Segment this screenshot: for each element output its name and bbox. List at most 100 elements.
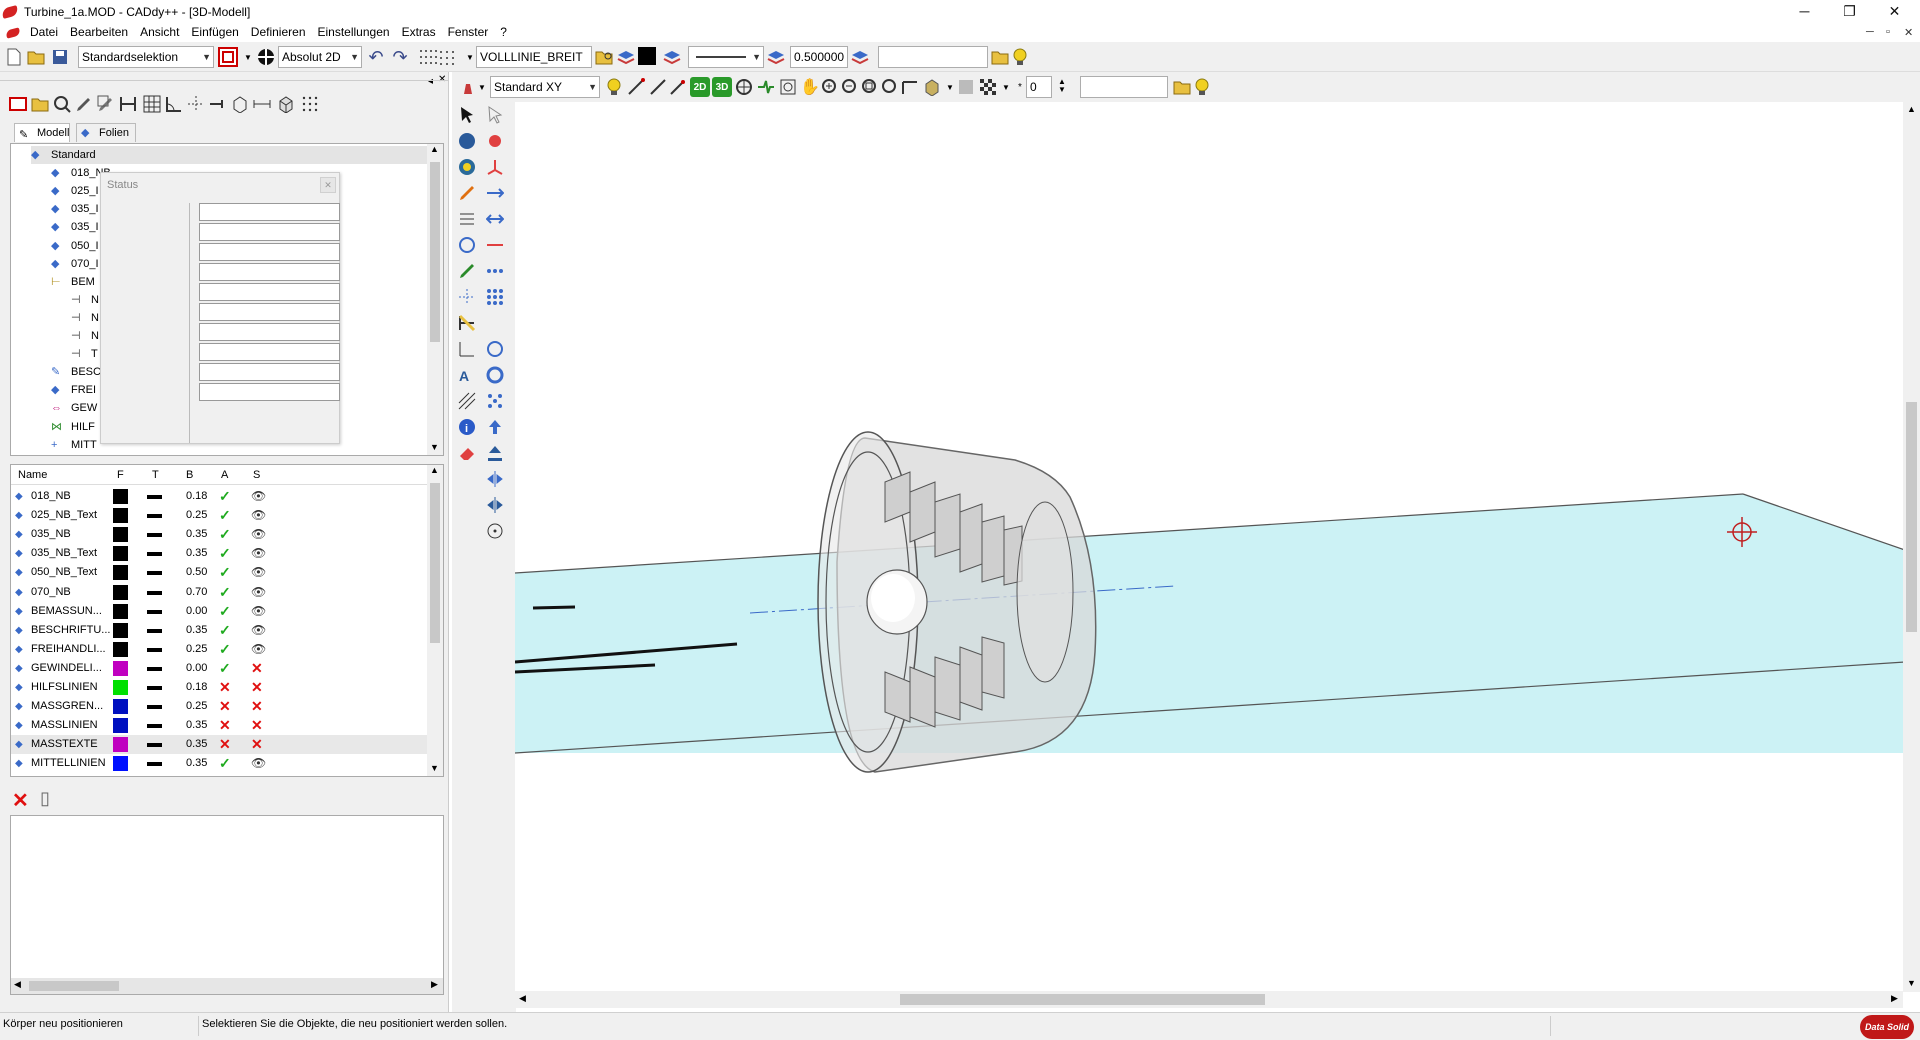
grid-dots-icon[interactable] — [438, 47, 458, 67]
layer-row[interactable]: ◆ 035_NB_Text 0.35 ✓ 👁 — [11, 544, 427, 563]
layer-linetype[interactable] — [147, 743, 162, 748]
menu-fenster[interactable]: Fenster — [442, 23, 495, 42]
view-3d-button[interactable]: 3D — [712, 77, 732, 97]
layer-width[interactable]: 0.00 — [186, 659, 207, 678]
info-icon[interactable]: i — [456, 416, 478, 438]
undo-icon[interactable]: ↶ — [366, 47, 386, 67]
pen-green-icon[interactable] — [456, 260, 478, 282]
view-plane-select[interactable]: Standard XY ▼ — [490, 76, 600, 98]
layer-width[interactable]: 0.00 — [186, 602, 207, 621]
dimension-chain-icon[interactable] — [252, 94, 272, 114]
mdi-restore-button[interactable]: ▫ — [1886, 26, 1890, 38]
layer-color-swatch[interactable] — [113, 737, 128, 753]
eye-icon[interactable]: 👁 — [251, 525, 266, 544]
layer-linetype[interactable] — [147, 552, 162, 557]
save-icon[interactable] — [50, 47, 70, 67]
rotate-copy-icon[interactable] — [484, 338, 506, 360]
crosshair-icon[interactable] — [456, 286, 478, 308]
angle-dimension-icon[interactable] — [164, 94, 184, 114]
view-2d-button[interactable]: 2D — [690, 77, 710, 97]
status-field[interactable] — [199, 323, 340, 341]
tree-item[interactable]: ⊢ BEM — [51, 273, 95, 291]
status-popup-close-button[interactable]: ✕ — [320, 177, 336, 193]
model-window-icon[interactable] — [8, 94, 28, 114]
menu-definieren[interactable]: Definieren — [245, 23, 312, 42]
layer-color-swatch[interactable] — [113, 718, 128, 734]
menu-datei[interactable]: Datei — [24, 23, 64, 42]
tree-item[interactable]: ⋈ HILF — [51, 418, 95, 436]
viewport-horizontal-scrollbar[interactable]: ◀ ▶ — [515, 991, 1903, 1008]
minimize-button[interactable]: ─ — [1782, 0, 1827, 22]
layer-width[interactable]: 0.35 — [186, 716, 207, 735]
layer-color-swatch[interactable] — [113, 584, 128, 600]
status-field[interactable] — [199, 243, 340, 261]
mdi-close-button[interactable]: ✕ — [1904, 26, 1913, 39]
dimension-tool-icon[interactable] — [118, 94, 138, 114]
arrow-up-bar-icon[interactable] — [484, 442, 506, 464]
layer-row[interactable]: ◆ MASSGREN... 0.25 ✕ ✕ — [11, 697, 427, 716]
render-cube-icon[interactable] — [922, 77, 942, 97]
chevron-down-icon[interactable]: ▼ — [472, 77, 492, 97]
color-swatch[interactable] — [638, 47, 656, 65]
layer-row[interactable]: ◆ 070_NB 0.70 ✓ 👁 — [11, 583, 427, 602]
layer-row[interactable]: ◆ 018_NB 0.18 ✓ 👁 — [11, 487, 427, 506]
folder-search-icon[interactable] — [594, 47, 614, 67]
hatch-icon[interactable] — [142, 94, 162, 114]
eye-hidden-icon[interactable]: ✕ — [251, 678, 263, 697]
layers-icon[interactable] — [766, 47, 786, 67]
cube-icon[interactable] — [276, 94, 296, 114]
snap-icon[interactable] — [626, 77, 646, 97]
layer-width[interactable]: 0.25 — [186, 697, 207, 716]
move-icon[interactable] — [484, 182, 506, 204]
tree-item[interactable]: ✎ BESC — [51, 363, 101, 381]
status-field[interactable] — [199, 283, 340, 301]
origin-icon[interactable] — [484, 520, 506, 542]
active-check-icon[interactable]: ✓ — [219, 544, 231, 563]
layer-color-swatch[interactable] — [113, 489, 128, 504]
column-header-name[interactable]: Name — [18, 469, 47, 481]
new-file-icon[interactable] — [4, 47, 24, 67]
menu-bearbeiten[interactable]: Bearbeiten — [64, 23, 134, 42]
tree-item[interactable]: + MITT — [51, 436, 97, 454]
line-tool-icon[interactable] — [208, 94, 228, 114]
tree-item[interactable]: ⊣ N — [71, 309, 99, 327]
status-field[interactable] — [199, 203, 340, 221]
layer-linetype[interactable] — [147, 647, 162, 652]
status-field[interactable] — [199, 303, 340, 321]
layer-row[interactable]: ◆ HILFSLINIEN 0.18 ✕ ✕ — [11, 678, 427, 697]
paint-icon[interactable] — [484, 130, 506, 152]
column-header-s[interactable]: S — [253, 469, 260, 481]
tree-item[interactable]: ⊣ T — [71, 345, 98, 363]
eye-hidden-icon[interactable]: ✕ — [251, 697, 263, 716]
layer-row[interactable]: ◆ 050_NB_Text 0.50 ✓ 👁 — [11, 563, 427, 582]
eraser-icon[interactable] — [456, 442, 478, 464]
layer-linetype[interactable] — [147, 495, 162, 499]
layer-color-swatch[interactable] — [113, 641, 128, 657]
view-icon[interactable] — [756, 77, 776, 97]
rotate-icon[interactable] — [484, 364, 506, 386]
line-style-name-field[interactable]: VOLLLINIE_BREIT — [476, 46, 592, 68]
array-icon[interactable] — [484, 260, 506, 282]
box-outline-icon[interactable] — [230, 94, 250, 114]
menu-help[interactable]: ? — [494, 23, 513, 42]
hatch-icon[interactable] — [456, 390, 478, 412]
open-folder-icon[interactable] — [26, 47, 46, 67]
ruler-icon[interactable] — [900, 77, 920, 97]
lightbulb-icon[interactable] — [1192, 77, 1212, 97]
column-header-t[interactable]: T — [152, 469, 159, 481]
eye-icon[interactable]: 👁 — [251, 602, 266, 621]
orbit-icon[interactable] — [734, 77, 754, 97]
chevron-down-icon[interactable]: ▼ — [238, 47, 258, 67]
viewport-vertical-scrollbar[interactable]: ▲ ▼ — [1903, 102, 1920, 992]
selection-mode-select[interactable]: Standardselektion ▼ — [78, 46, 214, 68]
eye-icon[interactable]: 👁 — [251, 563, 266, 582]
layer-linetype[interactable] — [147, 705, 162, 710]
layer-row[interactable]: ◆ 035_NB 0.35 ✓ 👁 — [11, 525, 427, 544]
tree-item[interactable]: ◆ 025_I — [51, 182, 99, 200]
tree-root-standard[interactable]: ◆ Standard — [31, 146, 441, 164]
dimension-icon[interactable] — [456, 312, 478, 334]
move-double-icon[interactable] — [484, 208, 506, 230]
tree-item[interactable]: ◆ FREI — [51, 381, 96, 399]
shading-icon[interactable] — [956, 77, 976, 97]
delete-layer-icon[interactable]: ✕ — [12, 788, 29, 813]
